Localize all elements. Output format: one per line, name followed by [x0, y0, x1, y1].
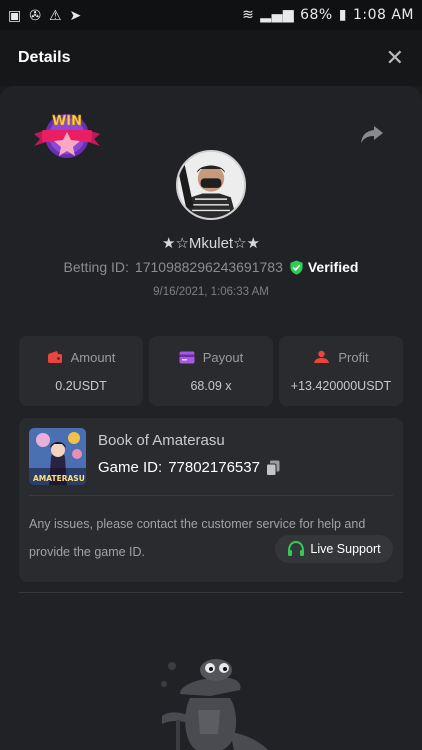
support-line-2: provide the game ID. [29, 545, 146, 559]
headset-icon [288, 541, 305, 556]
section-divider [19, 592, 403, 593]
clock: 1:08 AM [352, 7, 414, 23]
stat-payout-label: Payout [202, 349, 244, 365]
page-title: Details [18, 49, 71, 66]
header: Details ✕ [0, 30, 422, 86]
crocodile-mascot [161, 659, 268, 750]
status-bar: ▣ ✇ ⚠ ➤ ≋ ▂▄▆ 68% ▮ 1:08 AM [0, 0, 422, 30]
stat-amount-head: Amount [47, 349, 116, 365]
stat-payout-value: 68.09 x [190, 378, 232, 393]
betting-id-value: 1710988296243691783 [134, 259, 283, 275]
notification-icons: ▣ ✇ ⚠ ➤ [8, 7, 81, 24]
username: ★☆Mkulet☆★ [162, 235, 260, 252]
stat-profit-label: Profit [338, 349, 369, 365]
stat-amount-label: Amount [70, 349, 116, 365]
card-icon [179, 351, 195, 363]
game-thumbnail[interactable]: AMATERASU [29, 428, 86, 485]
copy-icon[interactable] [265, 460, 280, 476]
avatar [176, 150, 246, 220]
gamepad-icon: ✇ [29, 6, 41, 23]
signal-icon: ▂▄▆ [260, 7, 295, 23]
gallery-icon: ▣ [8, 6, 22, 23]
stat-amount-value: 0.2USDT [55, 378, 107, 393]
stat-amount: Amount 0.2USDT [19, 336, 143, 406]
close-button[interactable]: ✕ [386, 45, 404, 71]
stat-profit-value: +13.420000USDT [290, 378, 392, 393]
stat-payout: Payout 68.09 x [149, 336, 273, 406]
support-line-1: Any issues, please contact the customer … [29, 517, 366, 531]
betting-id-row: Betting ID: 1710988296243691783 Verified [0, 259, 422, 275]
battery-icon: ▮ [338, 7, 347, 23]
shield-check-icon [290, 259, 303, 275]
live-support-button[interactable]: Live Support [275, 535, 393, 563]
stats-row: Amount 0.2USDT Payout 68.09 x Profit +13… [19, 336, 403, 406]
win-badge-text: WIN [52, 114, 82, 129]
game-card-divider [29, 495, 393, 496]
game-id-row: Game ID: 77802176537 [98, 459, 280, 476]
telegram-icon: ➤ [69, 6, 82, 23]
verified-label: Verified [307, 259, 359, 275]
win-badge: WIN [34, 114, 100, 158]
profit-icon [314, 350, 330, 363]
game-name: Book of Amaterasu [98, 432, 225, 449]
wallet-icon [47, 351, 62, 363]
share-icon [361, 126, 383, 143]
warning-icon: ⚠ [48, 6, 62, 23]
bet-timestamp: 9/16/2021, 1:06:33 AM [153, 286, 269, 298]
share-button[interactable] [360, 124, 384, 144]
game-card: AMATERASU Book of Amaterasu Game ID: 778… [19, 418, 403, 582]
game-thumbnail-text: AMATERASU [33, 474, 85, 483]
battery-level: 68% [300, 7, 333, 23]
stat-profit-head: Profit [313, 349, 369, 365]
live-support-label: Live Support [310, 542, 381, 556]
verified-badge: Verified [289, 259, 359, 275]
wifi-icon: ≋ [242, 7, 255, 23]
details-panel: WIN ★☆Mkulet☆★ Betting ID: 1710988296243… [0, 86, 422, 750]
betting-id-label: Betting ID: [63, 259, 129, 275]
game-id-value: 77802176537 [168, 459, 260, 476]
close-icon: ✕ [385, 45, 404, 70]
game-id-label: Game ID: [98, 459, 163, 476]
stat-payout-head: Payout [179, 350, 243, 365]
system-icons: ≋ ▂▄▆ 68% ▮ 1:08 AM [242, 7, 414, 23]
stat-profit: Profit +13.420000USDT [279, 336, 403, 406]
support-message: Any issues, please contact the customer … [29, 510, 365, 566]
